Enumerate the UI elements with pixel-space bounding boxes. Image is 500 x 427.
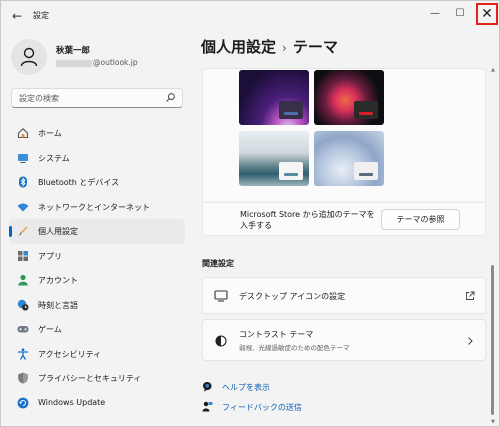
sidebar-item-label: プライバシーとセキュリティ <box>38 374 142 383</box>
sidebar-item-system[interactable]: システム <box>9 146 185 171</box>
sidebar-item-label: アクセシビリティ <box>38 349 102 359</box>
page-title: テーマ <box>292 38 338 56</box>
user-icon <box>20 47 38 67</box>
maximize-icon: ☐ <box>455 8 465 19</box>
contrast-icon <box>215 335 227 347</box>
desktop-icon-settings-label: デスクトップ アイコンの設定 <box>239 292 346 301</box>
search-input[interactable]: 設定の検索 <box>11 88 183 108</box>
personalization-icon <box>19 226 28 236</box>
user-name: 秋葉一郎 <box>56 46 91 56</box>
email-redaction <box>56 59 92 67</box>
chevron-right-icon: › <box>282 41 287 55</box>
user-profile[interactable]: 秋葉一郎 @outlook.jp <box>11 39 181 75</box>
close-button[interactable]: ✕ <box>476 3 498 25</box>
open-external-icon <box>466 291 475 300</box>
sidebar-item-accessibility[interactable]: アクセシビリティ <box>9 342 185 367</box>
sidebar-item-windows-update[interactable]: Windows Update <box>9 391 185 416</box>
user-email: @outlook.jp <box>56 58 138 67</box>
sidebar-item-label: Bluetooth とデバイス <box>38 178 120 187</box>
sidebar-item-accounts[interactable]: アカウント <box>9 268 185 293</box>
sidebar-item-label: アカウント <box>38 276 78 285</box>
desktop-icon-settings-row[interactable]: デスクトップ アイコンの設定 <box>202 277 486 314</box>
settings-window: ← 設定 — ☐ ✕ 秋葉一郎 @outlook.jp 設定の検索 ホーム シス… <box>0 0 500 427</box>
chevron-right-icon <box>468 337 473 345</box>
maximize-button[interactable]: ☐ <box>450 3 470 25</box>
sidebar-item-home[interactable]: ホーム <box>9 121 185 146</box>
scrollbar-thumb[interactable] <box>491 265 494 415</box>
contrast-themes-description: 弱視、光線過敏症のための配色テーマ <box>239 344 350 352</box>
sidebar-item-label: ホーム <box>38 129 62 138</box>
close-icon: ✕ <box>481 6 493 22</box>
scrollbar[interactable]: ▲ ▼ <box>490 67 496 425</box>
get-help-label: ヘルプを表示 <box>222 383 270 392</box>
sidebar-item-apps[interactable]: アプリ <box>9 244 185 269</box>
home-icon <box>17 128 29 139</box>
send-feedback-label: フィードバックの送信 <box>222 403 302 412</box>
theme-thumbnail[interactable] <box>314 131 384 186</box>
sidebar-item-label: 時刻と言語 <box>38 300 78 310</box>
system-icon <box>18 153 28 163</box>
sidebar-item-bluetooth[interactable]: Bluetooth とデバイス <box>9 170 185 195</box>
sidebar-item-label: システム <box>38 153 70 163</box>
wifi-icon <box>17 203 29 211</box>
sidebar-item-label: 個人用設定 <box>38 227 78 236</box>
theme-thumbnail[interactable] <box>239 70 309 125</box>
related-settings-heading: 関連設定 <box>202 259 234 268</box>
theme-thumbnail[interactable] <box>239 131 309 186</box>
breadcrumb: 個人用設定 › テーマ <box>201 36 338 57</box>
sidebar-nav: ホーム システム Bluetooth とデバイス ネットワークとインターネット … <box>9 121 185 415</box>
sidebar-item-label: Windows Update <box>38 397 106 407</box>
account-icon <box>18 274 28 286</box>
minimize-icon: — <box>430 8 440 19</box>
browse-themes-button[interactable]: テーマの参照 <box>381 209 460 230</box>
monitor-icon <box>214 290 228 302</box>
theme-thumbnail[interactable] <box>314 70 384 125</box>
sidebar-item-personalization[interactable]: 個人用設定 <box>9 219 185 244</box>
sidebar-item-label: ネットワークとインターネット <box>38 202 150 212</box>
feedback-icon <box>202 401 213 412</box>
bluetooth-icon <box>19 176 27 188</box>
gaming-icon <box>17 326 29 333</box>
app-title: 設定 <box>33 11 49 20</box>
sidebar-item-network[interactable]: ネットワークとインターネット <box>9 195 185 220</box>
breadcrumb-parent[interactable]: 個人用設定 <box>201 38 276 56</box>
windows-update-icon <box>17 397 29 408</box>
store-row: Microsoft Store から追加のテーマを入手する テーマの参照 <box>202 202 486 236</box>
help-icon <box>203 382 212 392</box>
sidebar-item-time-language[interactable]: 時刻と言語 <box>9 293 185 318</box>
email-domain: @outlook.jp <box>93 58 138 67</box>
avatar <box>11 39 47 75</box>
time-language-icon <box>17 299 29 310</box>
title-bar: ← 設定 — ☐ ✕ <box>1 1 499 31</box>
sidebar-item-gaming[interactable]: ゲーム <box>9 317 185 342</box>
back-button[interactable]: ← <box>9 8 25 24</box>
apps-icon <box>18 250 28 261</box>
store-text: Microsoft Store から追加のテーマを入手する <box>240 210 375 230</box>
search-placeholder: 設定の検索 <box>19 94 59 103</box>
search-icon <box>166 93 175 102</box>
sidebar-item-label: ゲーム <box>38 325 62 334</box>
contrast-themes-row[interactable]: コントラスト テーマ 弱視、光線過敏症のための配色テーマ <box>202 319 486 361</box>
sidebar-item-label: アプリ <box>38 251 62 261</box>
minimize-button[interactable]: — <box>425 3 445 25</box>
shield-icon <box>18 372 28 384</box>
scroll-down-icon[interactable]: ▼ <box>490 419 496 425</box>
arrow-left-icon: ← <box>11 9 23 23</box>
contrast-themes-label: コントラスト テーマ <box>239 330 314 339</box>
accessibility-icon <box>18 347 28 360</box>
scroll-up-icon[interactable]: ▲ <box>490 67 496 73</box>
theme-gallery <box>202 68 486 201</box>
sidebar-item-privacy[interactable]: プライバシーとセキュリティ <box>9 366 185 391</box>
